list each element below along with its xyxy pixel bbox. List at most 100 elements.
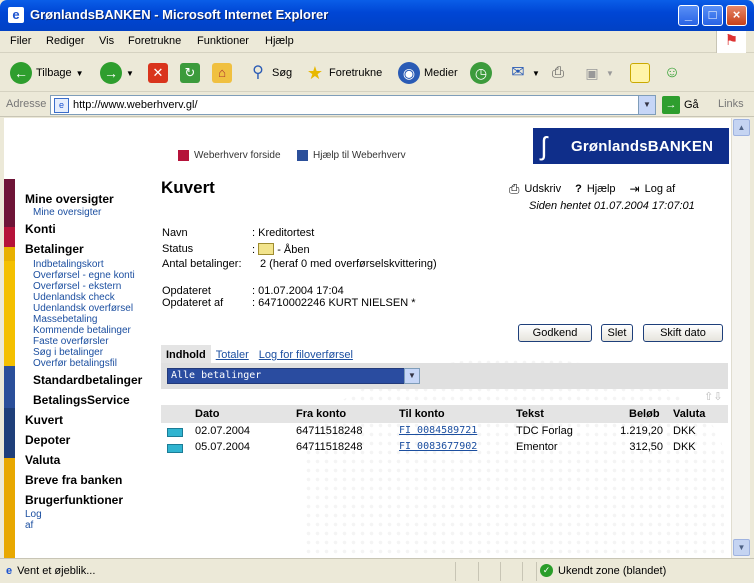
messenger-button[interactable]: ☺ [662, 61, 682, 85]
page-title: Kuvert [161, 178, 215, 197]
print-button[interactable]: ⎙ [548, 61, 568, 85]
nav-breve-fra-banken[interactable]: Breve fra banken [25, 473, 122, 487]
scroll-down-icon[interactable]: ▼ [733, 539, 750, 556]
search-icon: ⚲ [252, 64, 264, 81]
refresh-button[interactable]: ↻ [180, 61, 200, 85]
menu-foretrukne[interactable]: Foretrukne [128, 35, 181, 47]
menu-filer[interactable]: Filer [10, 35, 31, 47]
nav-kommende-betalinger[interactable]: Kommende betalinger [33, 325, 131, 336]
minimize-button[interactable]: _ [678, 5, 699, 26]
security-zone: ✓ Ukendt zone (blandet) [540, 564, 666, 577]
til-konto-link[interactable]: FI 0084589721 [399, 425, 477, 436]
address-bar: Adresse e http://www.weberhverv.gl/ ▼ → … [0, 93, 754, 117]
nav-indbetalingskort[interactable]: Indbetalingskort [33, 259, 104, 270]
table-header: Dato Fra konto Til konto Tekst Beløb Val… [161, 405, 728, 423]
status-message: e Vent et øjeblik... [6, 565, 96, 577]
help-link[interactable]: ? Hjælp [575, 181, 615, 197]
nav-mine-oversigter-sub[interactable]: Mine oversigter [33, 207, 101, 218]
note-icon [630, 63, 650, 83]
edit-button[interactable]: ▣ ▼ [582, 61, 614, 85]
nav-kuvert[interactable]: Kuvert [25, 413, 63, 427]
ie-icon: e [8, 7, 24, 23]
nav-massebetaling[interactable]: Massebetaling [33, 314, 97, 325]
approve-button[interactable]: Godkend [518, 324, 592, 342]
nav-overforsel-ekstern[interactable]: Overførsel - ekstern [33, 281, 121, 292]
back-dropdown-icon[interactable]: ▼ [76, 69, 84, 78]
logout-link[interactable]: ⇥ Log af [630, 181, 676, 197]
tab-log-filoverforsel[interactable]: Log for filoverførsel [254, 347, 358, 363]
go-arrow-icon: → [662, 96, 680, 114]
print-link[interactable]: ⎙ Udskriv [509, 181, 561, 197]
weberhverv-home-link[interactable]: Weberhverv forside [178, 150, 281, 161]
nav-faste-overforsler[interactable]: Faste overførsler [33, 336, 109, 347]
history-icon: ◷ [470, 62, 492, 84]
close-button[interactable]: × [726, 5, 747, 26]
address-label: Adresse [6, 98, 47, 110]
blue-square-icon [297, 150, 308, 161]
bank-logo: ʃ GrønlandsBANKEN [533, 128, 729, 164]
address-dropdown-icon[interactable]: ▼ [638, 96, 655, 114]
nav-log-af[interactable]: Log af [25, 509, 42, 531]
nav-depoter[interactable]: Depoter [25, 433, 70, 447]
forward-button[interactable]: → ▼ [100, 61, 134, 85]
nav-betalinger[interactable]: Betalinger [25, 242, 84, 256]
address-url[interactable]: http://www.weberhverv.gl/ [73, 99, 198, 111]
payment-card-icon[interactable] [167, 428, 183, 437]
nav-standardbetalinger[interactable]: Standardbetalinger [33, 373, 142, 387]
nav-sog-i-betalinger[interactable]: Søg i betalinger [33, 347, 103, 358]
til-konto-link[interactable]: FI 0083677902 [399, 441, 477, 452]
nav-mine-oversigter[interactable]: Mine oversigter [25, 192, 114, 206]
search-button[interactable]: ⚲ Søg [248, 61, 292, 85]
nav-udenlandsk-overforsel[interactable]: Udenlandsk overførsel [33, 303, 133, 314]
nav-color-bar [4, 227, 15, 247]
menu-hjaelp[interactable]: Hjælp [265, 35, 294, 47]
mail-dropdown-icon[interactable]: ▼ [532, 69, 540, 78]
menu-funktioner[interactable]: Funktioner [197, 35, 249, 47]
links-button[interactable]: Links [718, 98, 744, 110]
star-icon: ★ [306, 63, 324, 83]
nav-konti[interactable]: Konti [25, 222, 56, 236]
chevron-down-icon[interactable]: ▼ [404, 368, 420, 384]
tab-indhold[interactable]: Indhold [161, 345, 211, 363]
back-button[interactable]: ← Tilbage ▼ [10, 61, 84, 85]
nav-overforsel-egne[interactable]: Overførsel - egne konti [33, 270, 135, 281]
weberhverv-help-link[interactable]: Hjælp til Weberhverv [297, 150, 406, 161]
window-title: GrønlandsBANKEN - Microsoft Internet Exp… [30, 7, 329, 22]
change-date-button[interactable]: Skift dato [643, 324, 723, 342]
history-button[interactable]: ◷ [470, 61, 492, 85]
media-icon: ◉ [398, 62, 420, 84]
forward-dropdown-icon[interactable]: ▼ [126, 69, 134, 78]
nav-color-bar [4, 179, 15, 227]
tab-totaler[interactable]: Totaler [211, 347, 254, 363]
edit-dropdown-icon[interactable]: ▼ [606, 69, 614, 78]
nav-betalingsservice[interactable]: BetalingsService [33, 393, 130, 407]
favorites-button[interactable]: ★ Foretrukne [305, 61, 382, 85]
logout-icon: ⇥ [629, 182, 640, 196]
stop-button[interactable]: ✕ [148, 61, 168, 85]
media-button[interactable]: ◉ Medier [398, 61, 458, 85]
payment-filter-select[interactable]: Alle betalinger ▼ [167, 368, 420, 384]
sort-arrows-icon[interactable]: ⇧⇩ [704, 390, 722, 403]
delete-button[interactable]: Slet [601, 324, 633, 342]
payment-card-icon[interactable] [167, 444, 183, 453]
address-input[interactable]: e http://www.weberhverv.gl/ ▼ [50, 95, 656, 115]
scroll-up-icon[interactable]: ▲ [733, 119, 750, 136]
maximize-button[interactable]: □ [702, 5, 723, 26]
nav-valuta[interactable]: Valuta [25, 453, 60, 467]
printer-icon: ⎙ [509, 181, 520, 196]
printer-icon: ⎙ [551, 64, 564, 81]
vertical-scrollbar[interactable]: ▲ ▼ [731, 118, 750, 558]
messenger-icon: ☺ [663, 64, 681, 81]
menu-rediger[interactable]: Rediger [46, 35, 85, 47]
windows-logo-icon: ⚑ [716, 31, 746, 53]
go-button[interactable]: → Gå [662, 96, 699, 114]
discuss-button[interactable] [630, 61, 650, 85]
home-button[interactable]: ⌂ [212, 61, 232, 85]
menu-vis[interactable]: Vis [99, 35, 114, 47]
nav-udenlandsk-check[interactable]: Udenlandsk check [33, 292, 115, 303]
status-divider [536, 562, 537, 581]
nav-overfor-betalingsfil[interactable]: Overfør betalingsfil [33, 358, 117, 369]
col-tekst: Tekst [516, 408, 544, 420]
nav-brugerfunktioner[interactable]: Brugerfunktioner [25, 493, 123, 507]
mail-button[interactable]: ✉ ▼ [508, 61, 540, 85]
